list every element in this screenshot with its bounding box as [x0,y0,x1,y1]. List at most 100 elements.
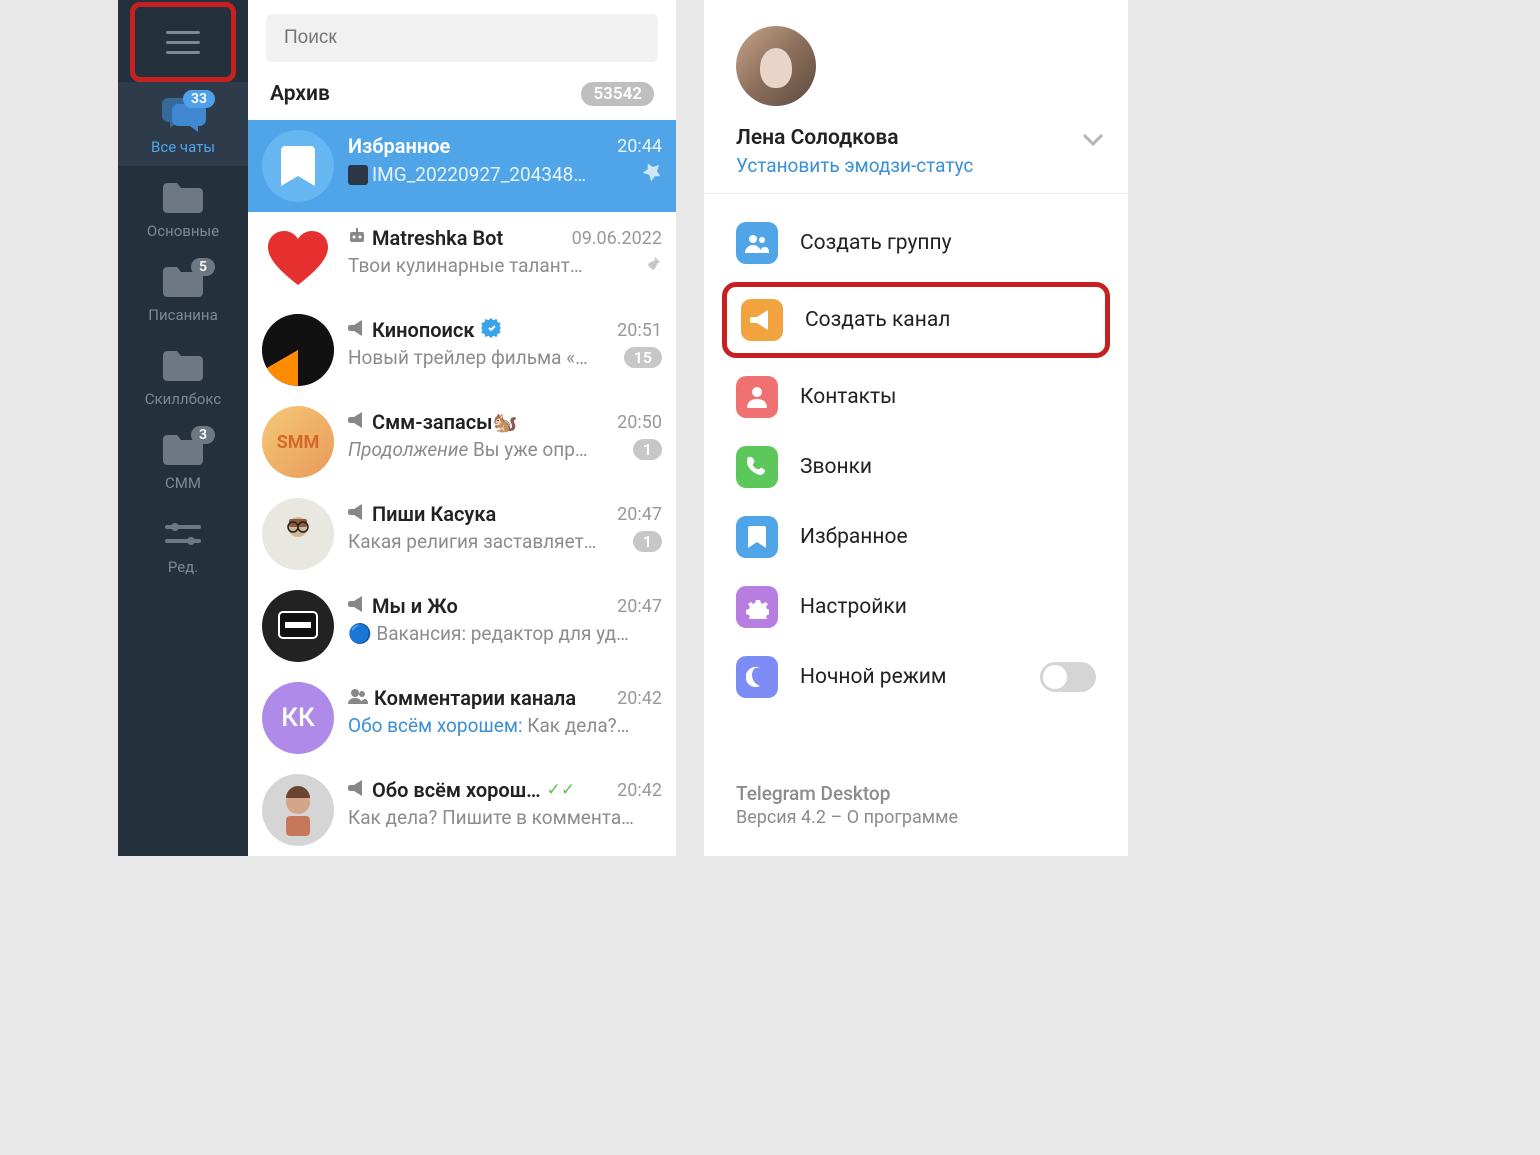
chats-icon: 33 [159,94,207,134]
folder-edit[interactable]: Ред. [118,502,248,586]
archive-row[interactable]: Архив 53542 [248,72,676,120]
chat-time: 20:44 [617,136,662,157]
chat-message: 🔵 Вакансия: редактор для уд… [348,622,662,645]
chat-title: Избранное [348,134,450,158]
chat-message: Продолжение Вы уже опр… [348,438,625,461]
set-emoji-status[interactable]: Установить эмодзи-статус [736,154,973,177]
chat-message: Твои кулинарные талант… [348,254,636,277]
pin-icon [644,255,662,277]
chat-list-panel: Архив 53542 Избранное 20:44 IMG_20220927… [248,0,676,856]
hamburger-highlight [130,2,236,82]
chat-pishi-kasuka[interactable]: Пиши Касука 20:47 Какая религия заставля… [248,488,676,580]
sliders-icon [159,514,207,554]
chat-title: Пиши Касука [372,502,496,526]
folder-badge: 5 [191,258,215,276]
channel-icon [348,596,366,616]
chat-kinopoisk[interactable]: Кинопоиск 20:51 Новый трейлер фильма «… … [248,304,676,396]
folder-icon: 3 [159,430,207,470]
chat-time: 20:50 [617,412,662,433]
folder-writing[interactable]: 5 Писанина [118,250,248,334]
unread-badge: 1 [633,439,662,460]
night-mode-toggle[interactable] [1040,662,1096,692]
chat-message: Новый трейлер фильма «… [348,346,616,369]
chat-message: IMG_20220927_204348… [348,163,634,186]
unread-badge: 1 [633,531,662,552]
chat-time: 20:42 [617,780,662,801]
chat-message: Обо всём хорошем: Как дела?… [348,714,662,737]
menu-create-group[interactable]: Создать группу [704,208,1128,278]
archive-count: 53542 [581,82,654,106]
menu-contacts[interactable]: Контакты [704,362,1128,432]
chevron-down-icon[interactable] [1082,132,1104,151]
menu-saved[interactable]: Избранное [704,502,1128,572]
folder-icon [159,346,207,386]
group-icon [348,688,368,708]
chat-time: 20:47 [617,596,662,617]
chat-avatar [262,590,334,662]
menu-night-mode[interactable]: Ночной режим [704,642,1128,712]
main-menu-panel: Лена Солодкова Установить эмодзи-статус … [704,0,1128,856]
channel-icon [348,412,366,432]
moon-icon [736,656,778,698]
chat-smm-zapasy[interactable]: SMM Смм-запасы🐿️ 20:50 Продолжение Вы уж… [248,396,676,488]
folder-label: СММ [165,474,201,492]
chat-time: 20:47 [617,504,662,525]
menu-label: Создать канал [805,308,950,332]
chat-my-i-zho[interactable]: Мы и Жо 20:47 🔵 Вакансия: редактор для у… [248,580,676,672]
menu-label: Настройки [800,595,907,619]
folder-main[interactable]: Основные [118,166,248,250]
profile-name: Лена Солодкова [736,126,973,150]
chat-obo-vsem[interactable]: Обо всём хорош… ✓✓ 20:42 Как дела? Пишит… [248,764,676,856]
bookmark-icon [736,516,778,558]
menu-calls[interactable]: Звонки [704,432,1128,502]
chat-avatar [262,774,334,846]
chat-time: 20:51 [617,320,662,341]
chat-message: Как дела? Пишите в коммента… [348,806,662,829]
menu-create-channel[interactable]: Создать канал [722,282,1110,358]
menu-label: Звонки [800,455,872,479]
chat-title: Обо всём хорош… [372,778,541,802]
chat-title: Смм-запасы🐿️ [372,410,517,434]
bot-icon [348,228,366,248]
folder-icon [159,178,207,218]
chat-kommentarii[interactable]: КК Комментарии канала 20:42 Обо всём хор… [248,672,676,764]
chat-title: Matreshka Bot [372,226,503,250]
search-input[interactable] [266,14,658,62]
folder-label: Писанина [148,306,218,324]
phone-icon [736,446,778,488]
chat-avatar: КК [262,682,334,754]
unread-badge: 15 [624,347,662,368]
pin-icon [642,162,662,186]
menu-settings[interactable]: Настройки [704,572,1128,642]
chat-title: Комментарии канала [374,686,576,710]
gear-icon [736,586,778,628]
menu-footer: Telegram Desktop Версия 4.2 – О программ… [704,772,1128,838]
app-version[interactable]: Версия 4.2 – О программе [736,807,1096,828]
folder-smm[interactable]: 3 СММ [118,418,248,502]
folder-icon: 5 [159,262,207,302]
file-icon [348,165,368,185]
folder-label: Все чаты [151,138,215,156]
chat-matreshka-bot[interactable]: Matreshka Bot 09.06.2022 Твои кулинарные… [248,212,676,304]
chat-title: Кинопоиск [372,318,475,342]
folder-skillbox[interactable]: Скиллбокс [118,334,248,418]
group-icon [736,222,778,264]
menu-label: Ночной режим [800,665,947,689]
chat-time: 20:42 [617,688,662,709]
chat-saved-messages[interactable]: Избранное 20:44 IMG_20220927_204348… [248,120,676,212]
folder-label: Основные [147,222,219,240]
menu-label: Контакты [800,385,896,409]
folder-all-chats[interactable]: 33 Все чаты [118,82,248,166]
folder-label: Ред. [168,558,198,576]
folders-sidebar: 33 Все чаты Основные 5 Писанина Скиллбок… [118,0,248,856]
hamburger-icon[interactable] [166,31,200,54]
chat-avatar [262,222,334,294]
folder-label: Скиллбокс [145,390,222,408]
folder-badge: 3 [191,426,215,444]
menu-label: Избранное [800,525,908,549]
person-icon [736,376,778,418]
verified-icon [481,318,501,342]
profile-avatar[interactable] [736,26,816,106]
menu-label: Создать группу [800,231,952,255]
chat-avatar [262,314,334,386]
